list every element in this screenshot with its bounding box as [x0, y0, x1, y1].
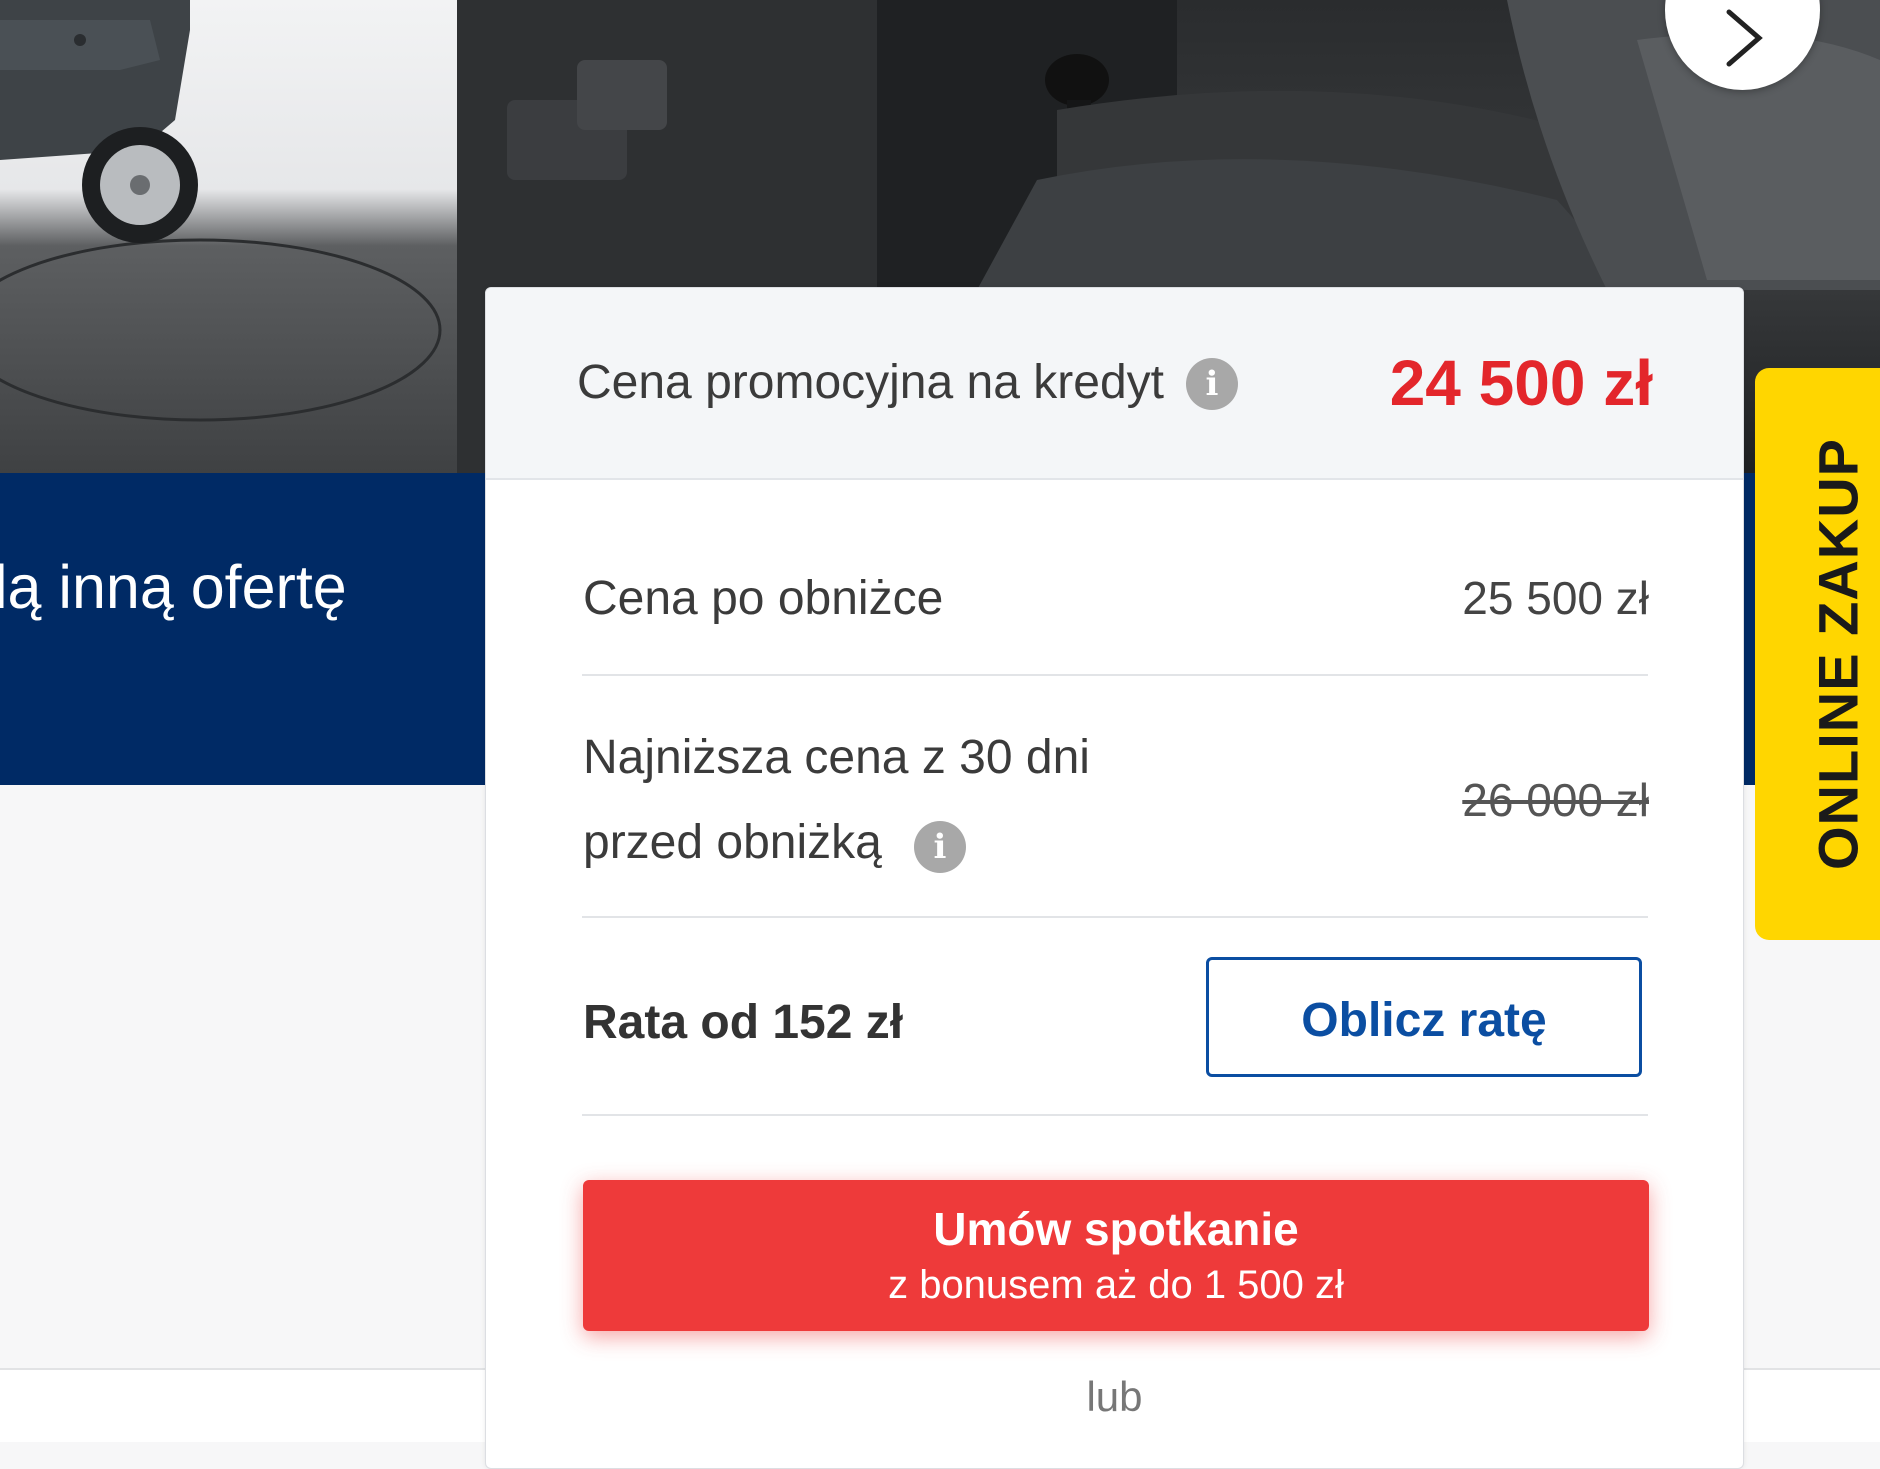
lowest-price-label-line1: Najniższa cena z 30 dni	[583, 731, 1090, 784]
divider	[582, 1114, 1648, 1116]
info-icon[interactable]: i	[1186, 358, 1238, 410]
car-exterior-photo[interactable]	[0, 0, 457, 473]
promo-price-header: Cena promocyjna na kredyt i 24 500 zł	[486, 288, 1743, 480]
calculate-installment-button[interactable]: Oblicz ratę	[1206, 957, 1642, 1077]
info-icon[interactable]: i	[914, 821, 966, 873]
divider	[582, 674, 1648, 676]
price-card: Cena promocyjna na kredyt i 24 500 zł Ce…	[485, 287, 1744, 1469]
lowest-price-value: 26 000 zł	[1462, 774, 1649, 826]
promo-price-value: 24 500 zł	[1389, 347, 1653, 419]
chevron-right-icon	[1726, 9, 1763, 67]
after-reduction-value: 25 500 zł	[1462, 572, 1649, 624]
online-purchase-tab-label[interactable]: ONLINE ZAKUP	[1806, 438, 1871, 870]
book-meeting-button[interactable]: Umów spotkanie z bonusem aż do 1 500 zł	[583, 1180, 1649, 1331]
banner-text[interactable]: lą inną ofertę	[0, 552, 347, 622]
after-reduction-label: Cena po obniżce	[583, 572, 944, 625]
book-meeting-bonus-label: z bonusem aż do 1 500 zł	[888, 1263, 1344, 1307]
book-meeting-label: Umów spotkanie	[933, 1203, 1299, 1255]
lowest-price-label-line2: przed obniżką	[583, 816, 882, 869]
installment-label: Rata od 152 zł	[583, 996, 904, 1049]
or-separator: lub	[1086, 1373, 1143, 1420]
promo-price-label: Cena promocyjna na kredyt	[577, 356, 1164, 409]
divider	[582, 916, 1648, 918]
